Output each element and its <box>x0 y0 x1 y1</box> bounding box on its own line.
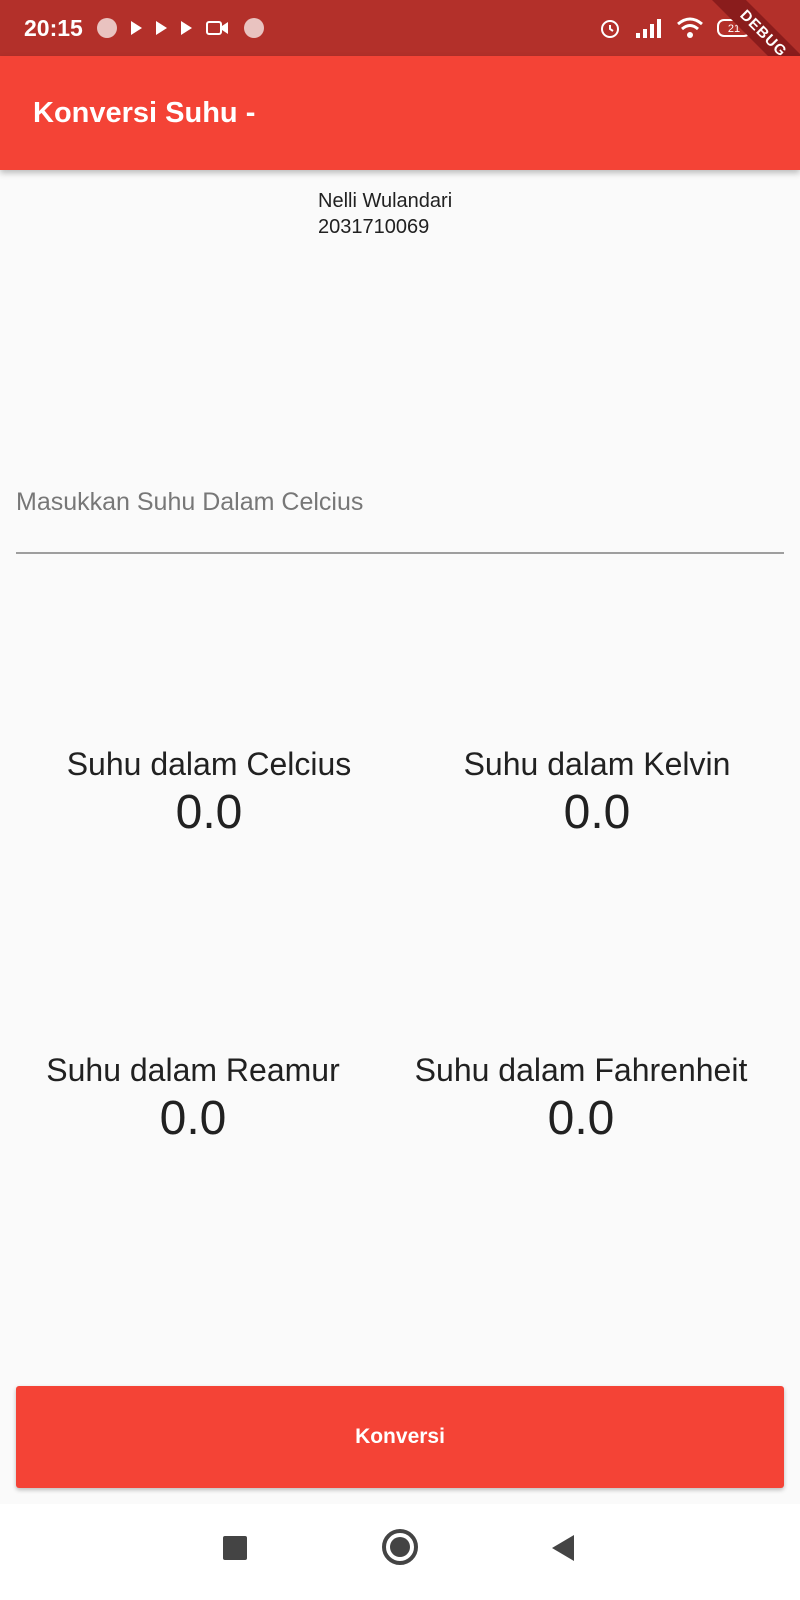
result-label: Suhu dalam Kelvin <box>463 746 731 782</box>
status-time: 20:15 <box>24 14 83 41</box>
notification-dot-icon <box>96 18 117 38</box>
result-label: Suhu dalam Reamur <box>46 1052 340 1088</box>
result-label: Suhu dalam Fahrenheit <box>414 1052 748 1088</box>
app-bar: Konversi Suhu - <box>0 56 800 170</box>
result-celsius: Suhu dalam Celcius 0.0 <box>29 746 389 840</box>
back-icon[interactable] <box>552 1535 574 1561</box>
video-camera-icon <box>205 21 228 35</box>
result-kelvin: Suhu dalam Kelvin 0.0 <box>417 746 777 840</box>
student-identity: Nelli Wulandari 2031710069 <box>318 188 452 240</box>
result-value: 0.0 <box>175 786 243 839</box>
system-nav-bar <box>0 1504 800 1600</box>
play-notification-icon <box>155 21 167 35</box>
result-value: 0.0 <box>547 1092 615 1145</box>
recents-icon[interactable] <box>223 1536 247 1560</box>
celsius-input-container[interactable] <box>16 470 784 554</box>
result-value: 0.0 <box>159 1092 227 1145</box>
alarm-icon <box>601 20 619 38</box>
result-reamur: Suhu dalam Reamur 0.0 <box>13 1052 373 1146</box>
student-id: 2031710069 <box>318 216 430 238</box>
page-title: Konversi Suhu - <box>33 96 256 129</box>
result-fahrenheit: Suhu dalam Fahrenheit 0.0 <box>401 1052 761 1146</box>
student-name: Nelli Wulandari <box>318 190 453 212</box>
celsius-input[interactable] <box>16 488 784 517</box>
result-value: 0.0 <box>563 786 631 839</box>
play-notification-icon <box>130 21 142 35</box>
notification-icons <box>96 18 264 38</box>
signal-icon <box>636 19 661 38</box>
wifi-icon <box>677 17 703 38</box>
result-label: Suhu dalam Celcius <box>66 746 352 782</box>
notification-dot-icon <box>243 18 264 38</box>
convert-button[interactable]: Konversi <box>16 1386 784 1488</box>
status-bar: 20:15 21 DEBUG <box>0 0 800 96</box>
play-notification-icon <box>180 21 192 35</box>
home-icon[interactable] <box>382 1529 418 1565</box>
